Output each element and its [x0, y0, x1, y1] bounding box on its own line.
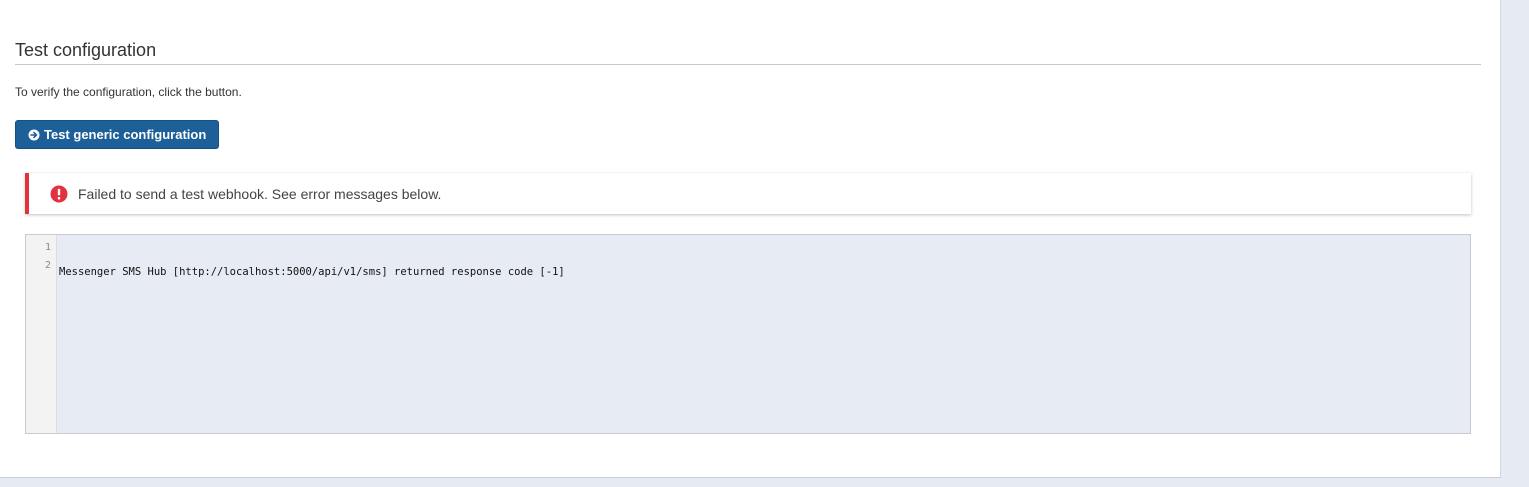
exclamation-circle-icon — [50, 185, 68, 203]
alert-message: Failed to send a test webhook. See error… — [78, 185, 442, 202]
section-title: Test configuration — [15, 40, 157, 60]
test-button-label: Test generic configuration — [44, 127, 207, 142]
line-number: 2 — [44, 260, 51, 271]
line-number-gutter: 1 2 — [26, 235, 57, 433]
line-number: 1 — [44, 242, 51, 253]
help-text: To verify the configuration, click the b… — [15, 85, 242, 99]
test-configuration-panel: Test configuration To verify the configu… — [0, 0, 1501, 478]
log-content[interactable]: Messenger SMS Hub [http://localhost:5000… — [57, 235, 565, 433]
log-line: Messenger SMS Hub [http://localhost:5000… — [59, 266, 565, 278]
arrow-circle-right-icon — [28, 129, 40, 141]
error-alert: Failed to send a test webhook. See error… — [25, 173, 1471, 214]
test-generic-configuration-button[interactable]: Test generic configuration — [15, 120, 219, 149]
title-divider — [15, 64, 1481, 65]
error-log-editor[interactable]: 1 2 Messenger SMS Hub [http://localhost:… — [25, 234, 1471, 434]
